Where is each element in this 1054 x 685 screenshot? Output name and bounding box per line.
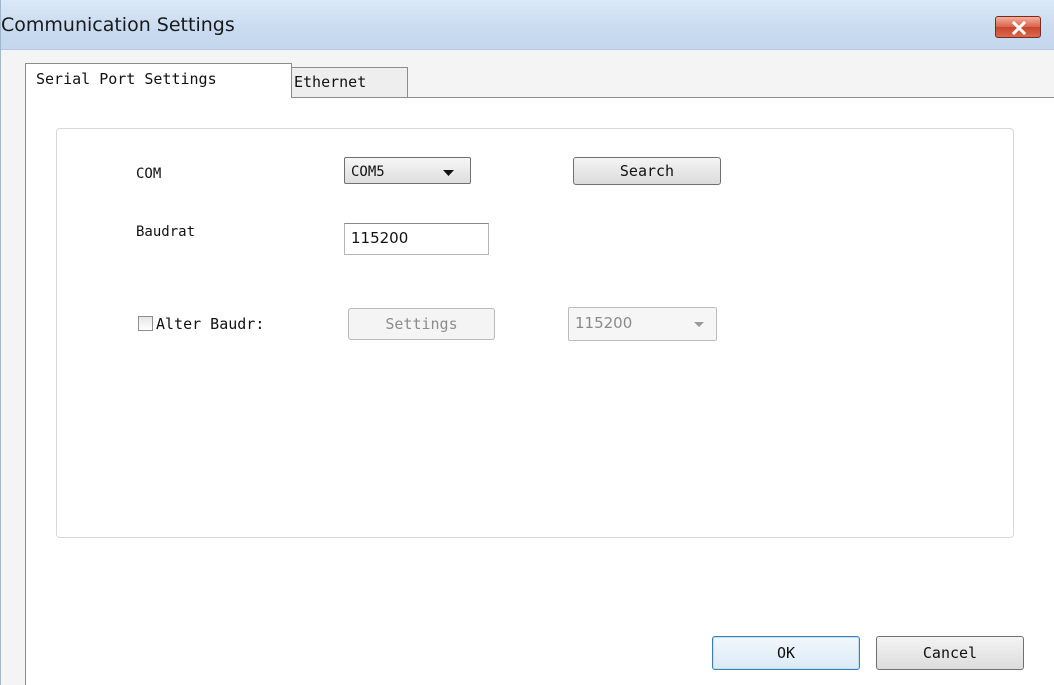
alter-baudrate-checkbox[interactable]	[138, 316, 153, 331]
tab-ethernet-label: Ethernet	[294, 73, 367, 91]
window-title: Communication Settings	[1, 14, 235, 36]
alter-baudrate-label: Alter Baudr:	[156, 315, 265, 333]
com-label: COM	[136, 166, 162, 182]
com-port-dropdown[interactable]: COM5	[344, 157, 471, 184]
search-button-label: Search	[619, 162, 675, 180]
chevron-down-icon	[694, 322, 704, 327]
chevron-down-icon	[443, 170, 454, 176]
cancel-button-label: Cancel	[922, 644, 978, 662]
tab-ethernet[interactable]: Ethernet	[292, 67, 408, 97]
cancel-button[interactable]: Cancel	[876, 636, 1024, 670]
serial-port-settings-panel: COM COM5 Search Baudrat 115200 Alter Bau…	[25, 97, 1054, 685]
alter-baudrate-dropdown[interactable]: 115200	[568, 307, 717, 341]
close-icon	[1011, 21, 1027, 35]
communication-settings-dialog: Communication Settings Serial Port Setti…	[0, 0, 1054, 685]
settings-button[interactable]: Settings	[348, 308, 495, 340]
baudrate-input[interactable]: 115200	[344, 223, 489, 255]
tab-serial-port-settings-label: Serial Port Settings	[36, 70, 217, 88]
dialog-client-area: Serial Port Settings Ethernet COM COM5 S…	[1, 50, 1054, 685]
close-button[interactable]	[995, 16, 1041, 38]
baudrate-label: Baudrat	[136, 224, 196, 240]
ok-button[interactable]: OK	[712, 636, 860, 670]
serial-settings-group: COM COM5 Search Baudrat 115200 Alter Bau…	[56, 128, 1014, 538]
settings-button-label: Settings	[385, 315, 458, 333]
ok-button-label: OK	[776, 644, 796, 662]
baudrate-value: 115200	[351, 229, 409, 247]
title-bar: Communication Settings	[1, 0, 1054, 50]
tab-serial-port-settings[interactable]: Serial Port Settings	[25, 63, 292, 98]
alter-baudrate-value: 115200	[575, 314, 633, 332]
search-button[interactable]: Search	[573, 157, 721, 185]
com-port-value: COM5	[351, 164, 385, 180]
